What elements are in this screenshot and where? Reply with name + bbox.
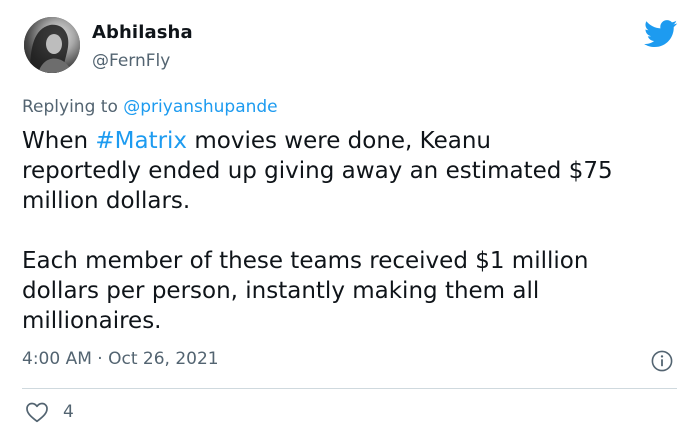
tweet-text: When #Matrix movies were done, Keanu rep… bbox=[22, 126, 682, 336]
avatar[interactable] bbox=[24, 17, 80, 73]
reply-context: Replying to @priyanshupande bbox=[22, 97, 278, 117]
author-handle[interactable]: @FernFly bbox=[92, 51, 170, 71]
tweet-text-start: When bbox=[22, 128, 96, 154]
hashtag-link[interactable]: #Matrix bbox=[95, 128, 187, 154]
tweet-timestamp[interactable]: 4:00 AM · Oct 26, 2021 bbox=[22, 349, 219, 369]
author-name[interactable]: Abhilasha bbox=[92, 22, 193, 43]
reply-prefix: Replying to bbox=[22, 97, 124, 117]
avatar-photo bbox=[24, 17, 80, 73]
heart-icon[interactable] bbox=[25, 401, 49, 423]
tweet-text-rest: movies were done, Keanu reportedly ended… bbox=[22, 128, 613, 334]
twitter-bird-icon[interactable] bbox=[644, 20, 678, 48]
divider bbox=[22, 388, 677, 389]
tweet-card: Abhilasha @FernFly Replying to @priyansh… bbox=[0, 0, 700, 441]
like-count: 4 bbox=[63, 402, 74, 422]
reply-to-mention-link[interactable]: @priyanshupande bbox=[123, 97, 277, 117]
info-icon[interactable] bbox=[651, 350, 673, 372]
